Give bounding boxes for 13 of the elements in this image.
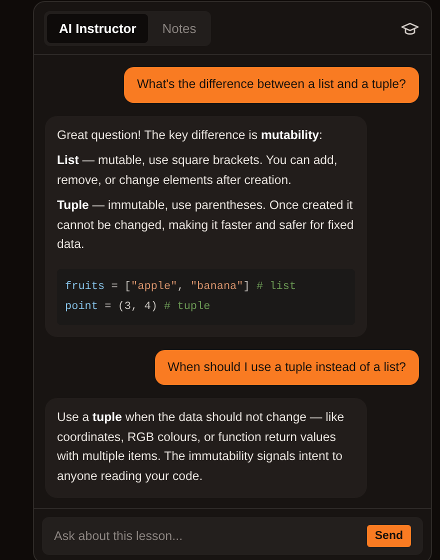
send-button[interactable]: Send xyxy=(366,525,411,547)
code-line: fruits = ["apple", "banana"] # list xyxy=(65,280,296,294)
tab[interactable]: Notes xyxy=(150,14,208,43)
message-input-field[interactable]: Ask about this lesson... Send xyxy=(42,517,423,555)
message-text: When should I use a tuple instead of a list? xyxy=(168,358,406,376)
message-text: List — mutable, use square brackets. You can add, remove, or change elements after creation. xyxy=(57,152,338,188)
message-text: What's the difference between a list and a tuple? xyxy=(137,76,406,93)
message-text: Tuple — immutable, use parentheses. Once created it cannot be changed, making it faster and safer for fixed data. xyxy=(57,197,355,253)
message-text: Great question! The key difference is mutability: xyxy=(57,126,324,144)
tab[interactable]: AI Instructor xyxy=(47,14,148,43)
graduation-cap-icon xyxy=(401,22,419,36)
code-line: point = (3, 4) # tuple xyxy=(65,300,210,314)
message-text: Use a tuple when the data should not change — like coordinates, RGB colours, or function return values with multiple items. The immutability signals intent to anyone reading your code. xyxy=(57,409,346,484)
